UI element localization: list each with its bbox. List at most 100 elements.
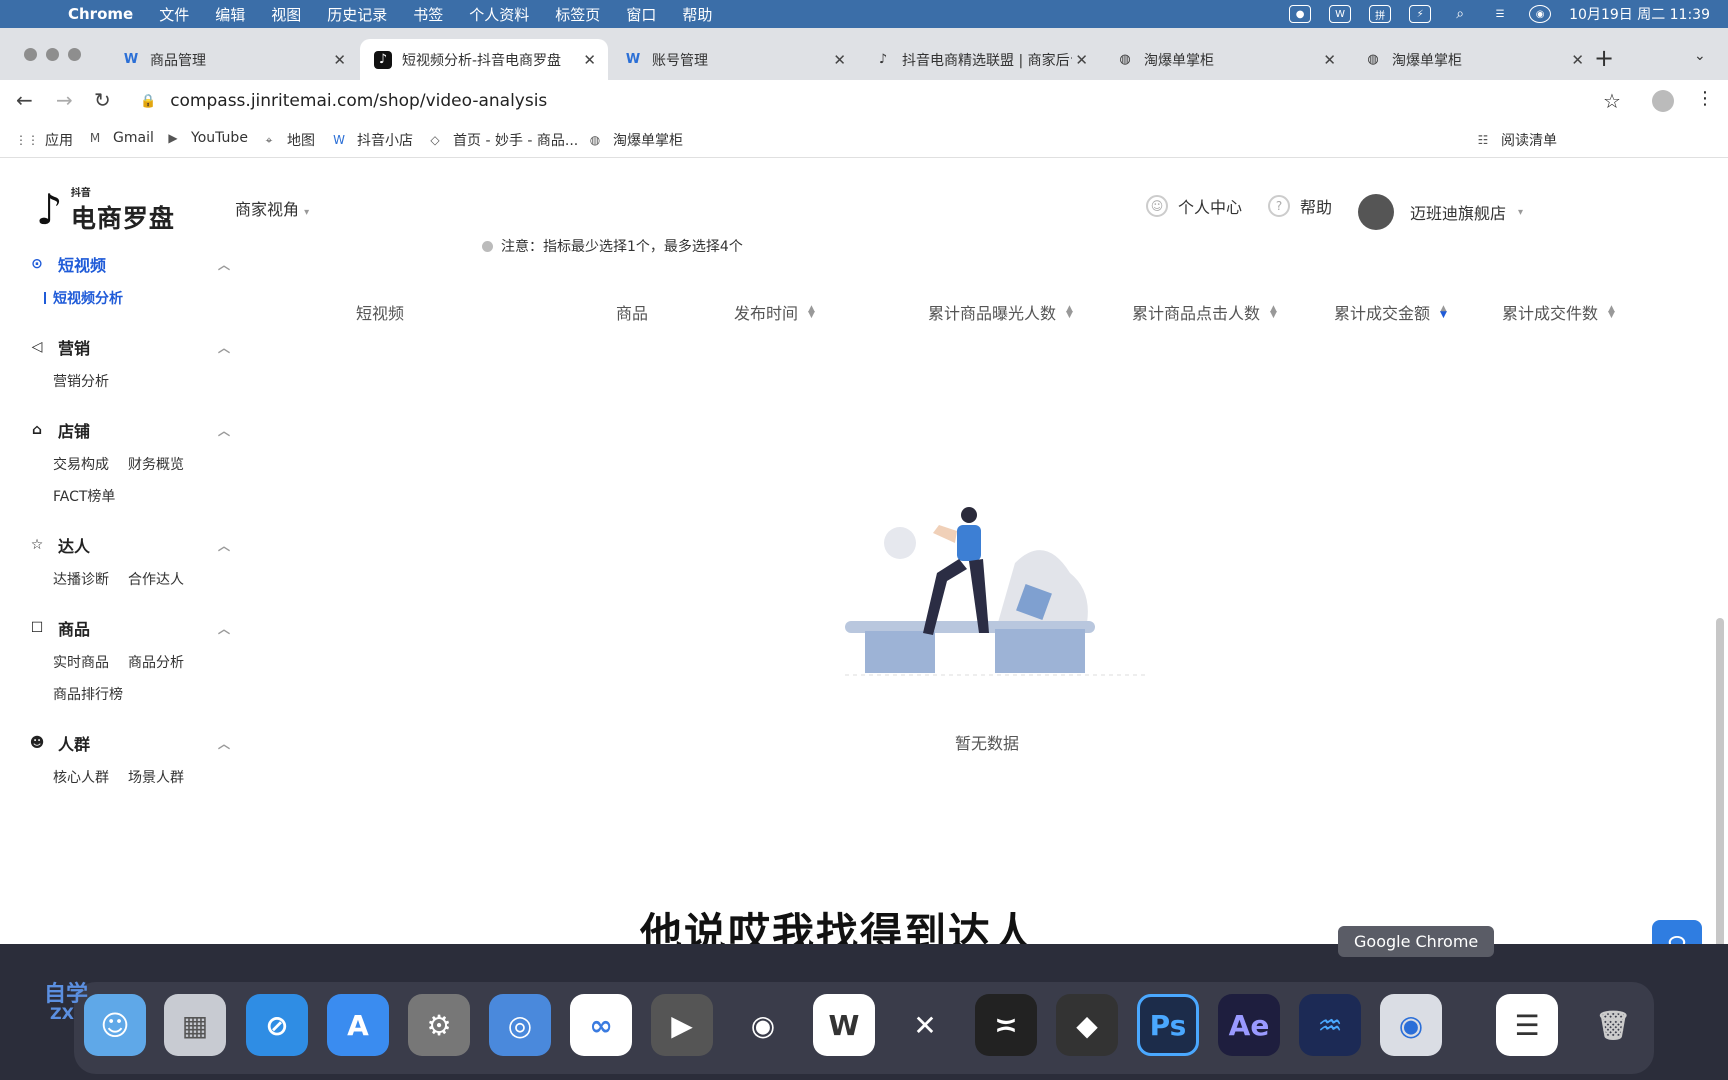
bookmark-maps[interactable]: ⌖ 地图 <box>260 130 315 150</box>
chevron-up-icon[interactable]: ︿ <box>218 422 230 439</box>
siri-icon[interactable]: ◉ <box>1529 5 1552 23</box>
chrome-menu-icon[interactable]: ⋮ <box>1696 88 1714 109</box>
menu-view[interactable]: 视图 <box>271 4 301 25</box>
lock-icon[interactable]: 🔒 <box>140 94 156 109</box>
chrome-icon[interactable]: ◉ <box>1380 994 1442 1056</box>
tab-video-analysis[interactable]: ♪ 短视频分析-抖音电商罗盘 ✕ <box>360 39 608 80</box>
bookmark-taobaodan[interactable]: ◍ 淘爆单掌柜 <box>586 130 683 150</box>
record-icon[interactable]: ● <box>1289 5 1312 23</box>
nav-item-marketing-analysis[interactable]: 营销分析 <box>53 371 109 391</box>
menu-bookmarks[interactable]: 书签 <box>413 4 443 25</box>
nav-item-finance[interactable]: 财务概览 <box>128 454 184 474</box>
nav-section-store[interactable]: ⌂ 店铺 ︿ <box>28 418 230 442</box>
control-center-icon[interactable]: ☰ <box>1489 5 1511 23</box>
photoshop-icon[interactable]: Ps <box>1137 994 1199 1056</box>
reload-icon[interactable]: ↻ <box>94 88 111 112</box>
tab-selection-alliance[interactable]: ♪ 抖音电商精选联盟 | 商家后台 ✕ <box>860 39 1100 80</box>
col-publish-time[interactable]: 发布时间 ▲ ▼ <box>734 300 815 324</box>
battery-icon[interactable]: ⚡ <box>1409 5 1432 23</box>
new-tab-button[interactable]: + <box>1594 44 1614 72</box>
nav-section-talent[interactable]: ☆ 达人 ︿ <box>28 533 230 557</box>
sort-icon[interactable]: ▲ ▼ <box>1608 305 1615 320</box>
nav-item-scene-crowd[interactable]: 场景人群 <box>128 767 184 787</box>
sort-icon[interactable]: ▲ ▼ <box>1066 305 1073 320</box>
finder-icon[interactable]: ☺ <box>84 994 146 1056</box>
compass-logo[interactable]: ♪ 抖音 电商罗盘 <box>36 184 175 235</box>
menu-window[interactable]: 窗口 <box>626 4 656 25</box>
chevron-up-icon[interactable]: ︿ <box>218 537 230 554</box>
menu-app-name[interactable]: Chrome <box>68 5 133 23</box>
close-tab-icon[interactable]: ✕ <box>1075 51 1088 69</box>
col-clicks[interactable]: 累计商品点击人数 ▲ ▼ <box>1132 300 1277 324</box>
launchpad-icon[interactable]: ▦ <box>164 994 226 1056</box>
col-gmv[interactable]: 累计成交金额 ▲ ▼ <box>1334 300 1447 324</box>
app-store-icon[interactable]: A <box>327 994 389 1056</box>
nav-item-transaction[interactable]: 交易构成 <box>53 454 109 474</box>
nav-section-crowd[interactable]: ☻ 人群 ︿ <box>28 731 230 755</box>
close-tab-icon[interactable]: ✕ <box>333 51 346 69</box>
close-tab-icon[interactable]: ✕ <box>833 51 846 69</box>
page-scrollbar[interactable] <box>1716 618 1724 944</box>
profile-avatar[interactable] <box>1652 90 1674 112</box>
tab-taobaodan-2[interactable]: ◍ 淘爆单掌柜 ✕ <box>1350 39 1596 80</box>
sort-icon[interactable]: ▲ ▼ <box>808 305 815 320</box>
close-tab-icon[interactable]: ✕ <box>1323 51 1336 69</box>
nav-item-video-analysis[interactable]: 短视频分析 <box>44 288 123 308</box>
input-method-icon[interactable]: 拼 <box>1369 5 1392 23</box>
nav-item-core-crowd[interactable]: 核心人群 <box>53 767 109 787</box>
tab-search-chevron-icon[interactable]: ⌄ <box>1694 48 1706 64</box>
audio-app-icon[interactable]: ♒ <box>1299 994 1361 1056</box>
bookmark-apps[interactable]: ⋮⋮ 应用 <box>15 130 73 150</box>
nav-item-realtime-product[interactable]: 实时商品 <box>53 652 109 672</box>
baidu-netdisk-icon[interactable]: ∞ <box>570 994 632 1056</box>
help-link[interactable]: ? 帮助 <box>1268 194 1332 218</box>
personal-center-link[interactable]: ☺ 个人中心 <box>1146 194 1242 218</box>
nav-item-cooperating-talent[interactable]: 合作达人 <box>128 569 184 589</box>
nav-item-product-analysis[interactable]: 商品分析 <box>128 652 184 672</box>
trash-icon[interactable]: 🗑 <box>1582 994 1644 1056</box>
url-text[interactable]: compass.jinritemai.com/shop/video-analys… <box>170 91 547 111</box>
final-cut-icon[interactable]: ▶ <box>651 994 713 1056</box>
close-tab-icon[interactable]: ✕ <box>583 51 596 69</box>
nav-section-marketing[interactable]: ◁ 营销 ︿ <box>28 335 230 359</box>
tab-taobaodan-1[interactable]: ◍ 淘爆单掌柜 ✕ <box>1102 39 1348 80</box>
preview-icon[interactable]: ☰ <box>1496 994 1558 1056</box>
tab-account-management[interactable]: W 账号管理 ✕ <box>610 39 858 80</box>
menu-edit[interactable]: 编辑 <box>215 4 245 25</box>
nav-section-short-video[interactable]: ⊙ 短视频 ︿ <box>28 252 230 276</box>
nav-section-product[interactable]: ☐ 商品 ︿ <box>28 616 230 640</box>
sort-icon[interactable]: ▲ ▼ <box>1440 305 1447 320</box>
davinci-icon[interactable]: ◆ <box>1056 994 1118 1056</box>
sort-icon[interactable]: ▲ ▼ <box>1270 305 1277 320</box>
capcut-icon[interactable]: ≍ <box>975 994 1037 1056</box>
spotlight-icon[interactable]: ⌕ <box>1449 5 1471 23</box>
close-window-button[interactable] <box>24 48 37 61</box>
safari-icon[interactable]: ⊘ <box>246 994 308 1056</box>
chevron-up-icon[interactable]: ︿ <box>218 256 230 273</box>
menu-tab[interactable]: 标签页 <box>555 4 600 25</box>
menu-profile[interactable]: 个人资料 <box>469 4 529 25</box>
reading-list[interactable]: ☷ 阅读清单 <box>1474 130 1557 150</box>
menu-history[interactable]: 历史记录 <box>327 4 387 25</box>
capcut-x-icon[interactable]: ✕ <box>894 994 956 1056</box>
wps-icon[interactable]: W <box>813 994 875 1056</box>
tab-product-management[interactable]: W 商品管理 ✕ <box>108 39 358 80</box>
nav-item-live-diagnosis[interactable]: 达播诊断 <box>53 569 109 589</box>
chevron-up-icon[interactable]: ︿ <box>218 620 230 637</box>
menu-clock[interactable]: 10月19日 周二 11:39 <box>1569 4 1710 24</box>
bookmark-star-icon[interactable]: ☆ <box>1603 89 1621 113</box>
col-units[interactable]: 累计成交件数 ▲ ▼ <box>1502 300 1615 324</box>
netease-music-icon[interactable]: ◉ <box>732 994 794 1056</box>
chevron-up-icon[interactable]: ︿ <box>218 339 230 356</box>
system-preferences-icon[interactable]: ⚙ <box>408 994 470 1056</box>
wechat-icon[interactable]: ◎ <box>489 994 551 1056</box>
address-bar[interactable]: 🔒 compass.jinritemai.com/shop/video-anal… <box>140 86 1580 116</box>
wps-icon[interactable]: W <box>1329 5 1352 23</box>
nav-item-fact[interactable]: FACT榜单 <box>53 486 115 506</box>
close-tab-icon[interactable]: ✕ <box>1571 51 1584 69</box>
bookmark-gmail[interactable]: M Gmail <box>86 130 154 146</box>
col-exposure[interactable]: 累计商品曝光人数 ▲ ▼ <box>928 300 1073 324</box>
store-switcher[interactable]: 迈班迪旗舰店 ▾ <box>1358 194 1523 230</box>
maximize-window-button[interactable] <box>68 48 81 61</box>
bookmark-douyin-shop[interactable]: W 抖音小店 <box>330 130 413 150</box>
